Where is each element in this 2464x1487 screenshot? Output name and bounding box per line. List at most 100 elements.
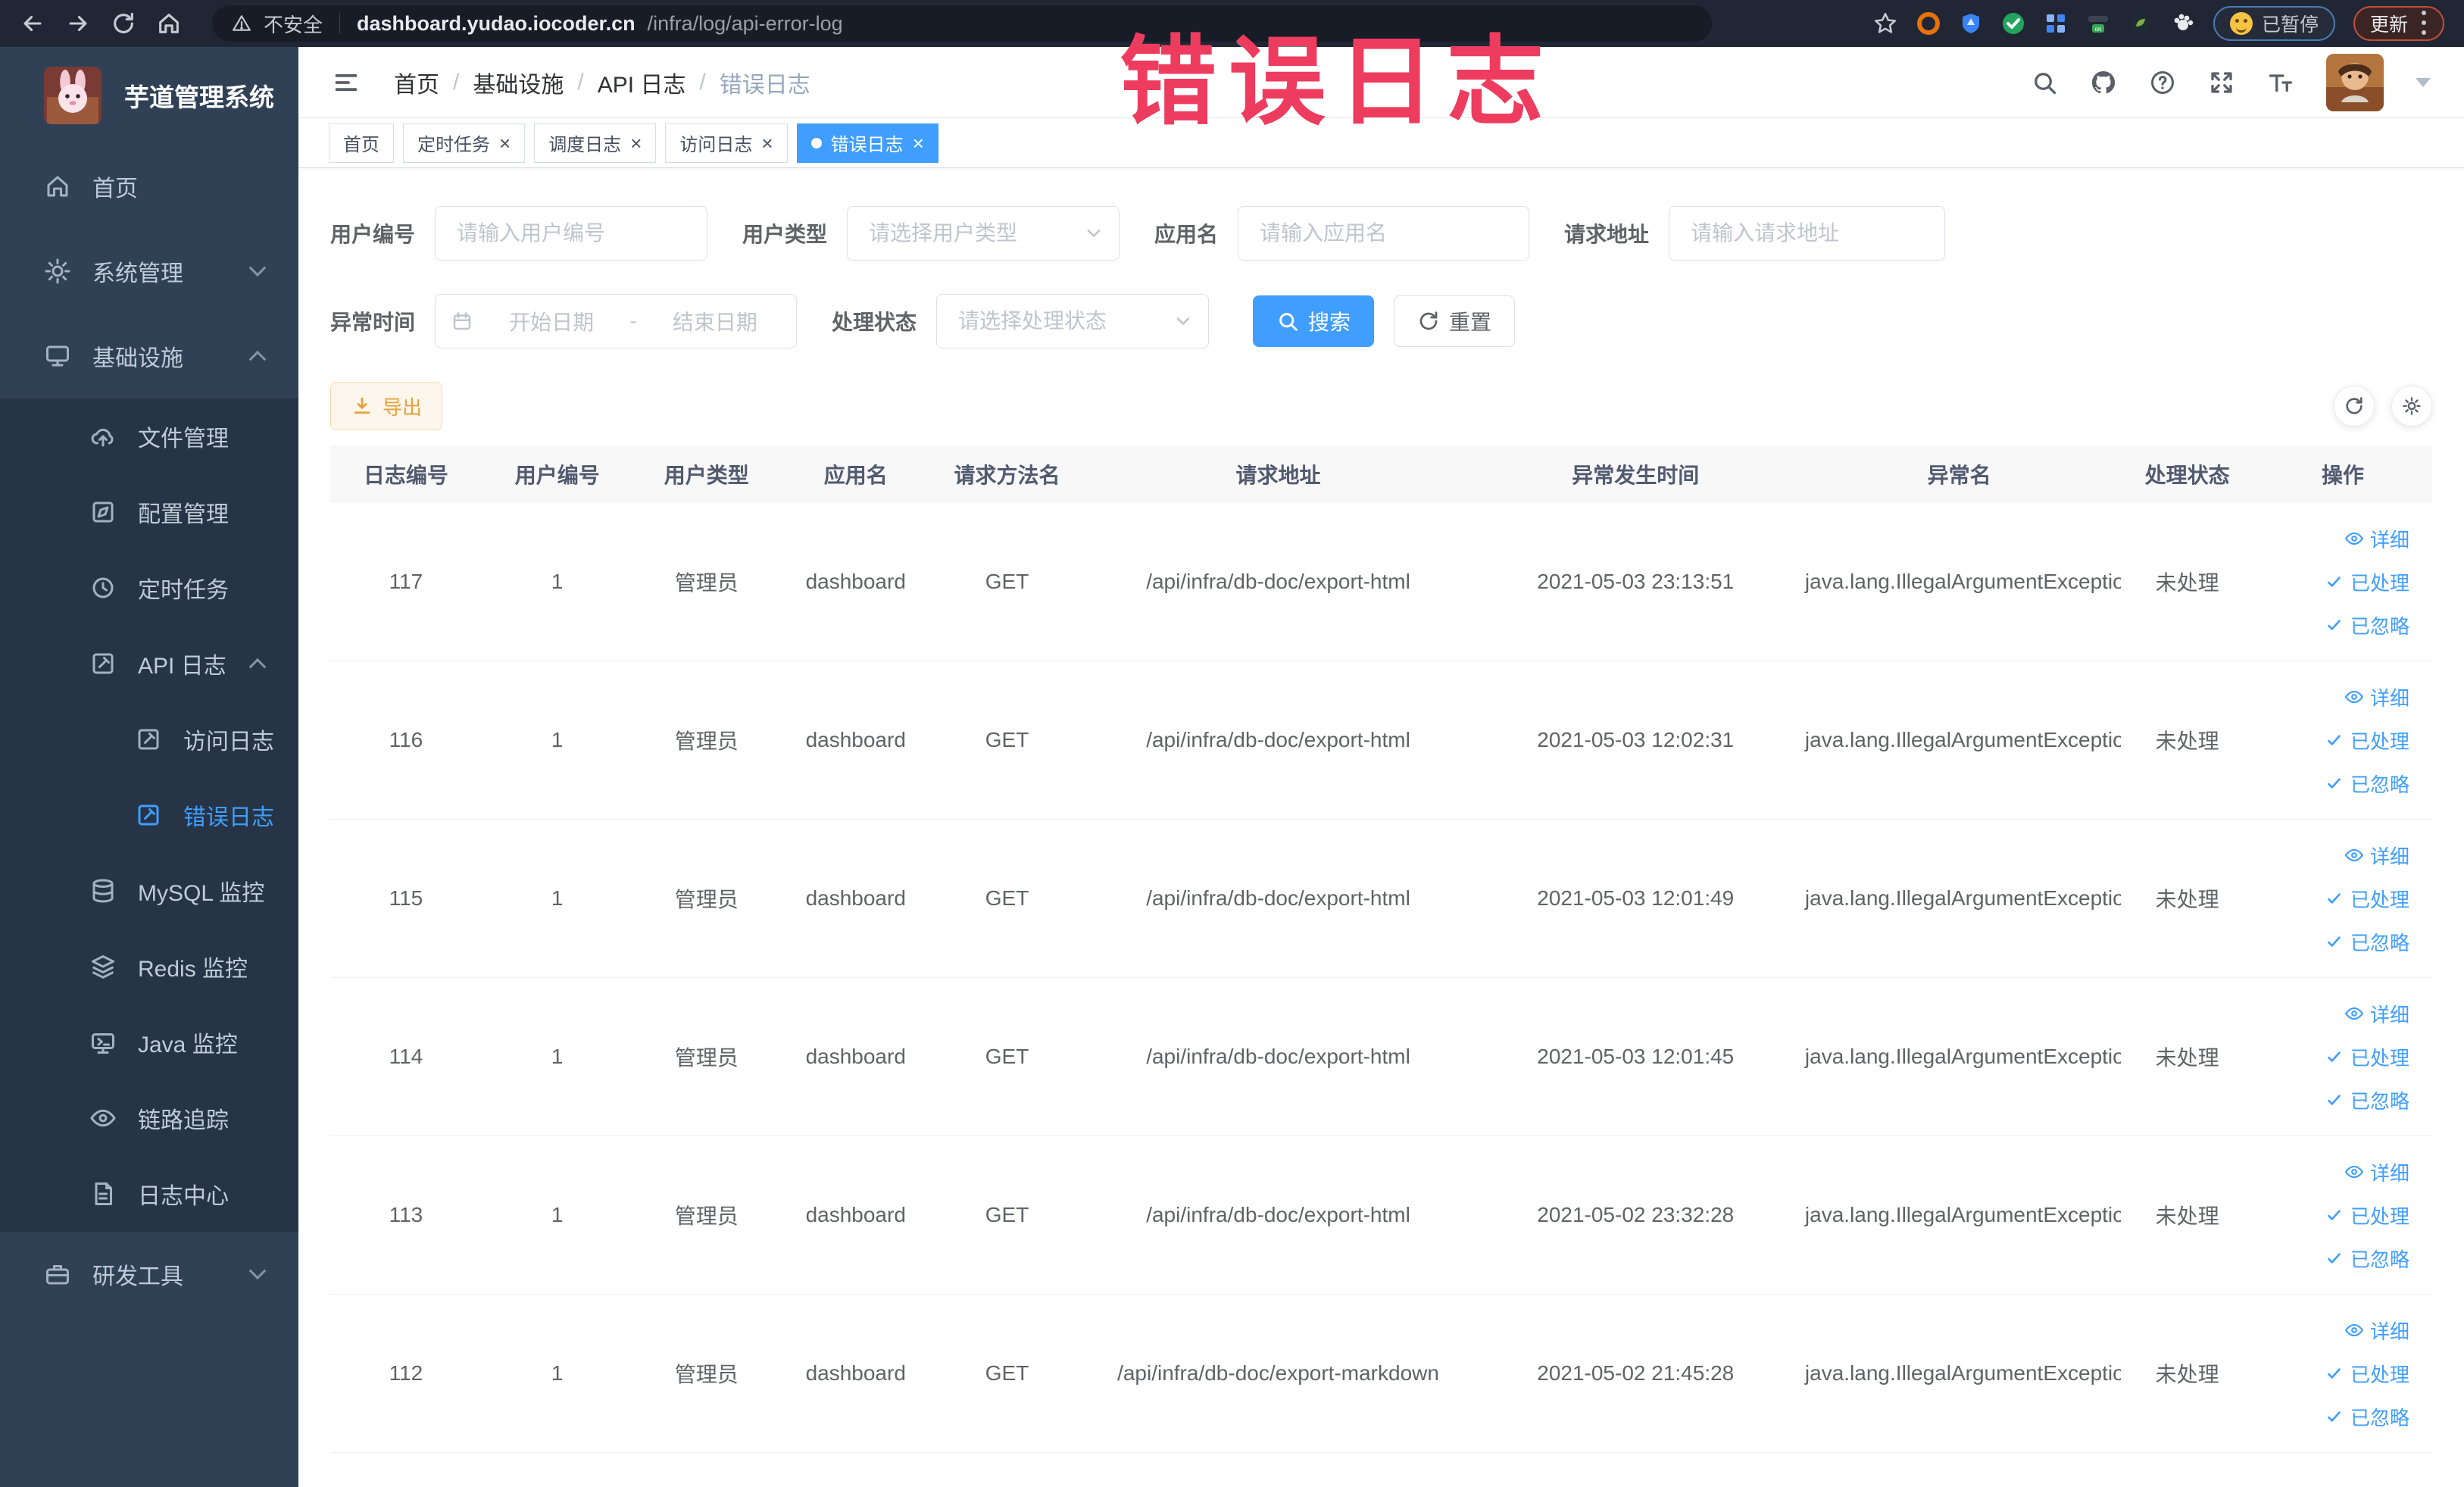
status-select-input[interactable] <box>936 294 1210 348</box>
ignored-link[interactable]: 已忽略 <box>2325 1403 2409 1431</box>
collapse-sidebar-icon[interactable] <box>332 68 361 97</box>
detail-link[interactable]: 详细 <box>2344 1000 2409 1028</box>
app-logo-row[interactable]: 芋道管理系统 <box>0 47 298 144</box>
sidebar-item-infrastructure[interactable]: 基础设施 <box>0 314 298 398</box>
sidebar-item-trace[interactable]: 链路追踪 <box>0 1080 298 1156</box>
paused-extension-pill[interactable]: 已暂停 <box>2213 6 2335 41</box>
close-icon[interactable] <box>913 133 924 153</box>
eye-icon <box>2344 848 2364 862</box>
sidebar-item-mysql-monitor[interactable]: MySQL 监控 <box>0 853 298 929</box>
processed-link[interactable]: 已处理 <box>2325 726 2409 754</box>
eye-icon <box>2344 1323 2364 1337</box>
extension-icon-white-paw[interactable] <box>2171 11 2195 36</box>
filter-status: 处理状态 <box>832 294 1210 348</box>
url-host[interactable]: dashboard.yudao.iocoder.cn <box>357 12 636 36</box>
close-icon[interactable] <box>761 133 773 153</box>
sidebar-item-home[interactable]: 首页 <box>0 144 298 229</box>
reset-button[interactable]: 重置 <box>1394 295 1516 347</box>
github-icon[interactable] <box>2090 69 2117 96</box>
extension-icon-blue-shield[interactable] <box>1959 11 1983 36</box>
sidebar-item-scheduled-tasks[interactable]: 定时任务 <box>0 550 298 626</box>
extension-icon-green-check[interactable] <box>2001 11 2025 36</box>
not-secure-warning-icon[interactable] <box>232 14 251 33</box>
ignored-link[interactable]: 已忽略 <box>2325 928 2409 956</box>
sidebar-item-java-monitor[interactable]: Java 监控 <box>0 1004 298 1080</box>
log-edit-icon <box>138 804 159 826</box>
sidebar-item-dev-tools[interactable]: 研发工具 <box>0 1232 298 1317</box>
sidebar-item-api-log[interactable]: API 日志 <box>0 626 298 701</box>
detail-link[interactable]: 详细 <box>2344 1158 2409 1186</box>
cell-log-id: 113 <box>389 1203 423 1226</box>
help-icon[interactable] <box>2149 69 2176 96</box>
url-path[interactable]: /infra/log/api-error-log <box>648 12 843 36</box>
detail-link[interactable]: 详细 <box>2344 525 2409 553</box>
extension-icon-orange-ring[interactable] <box>1916 11 1941 36</box>
status-select[interactable] <box>936 294 1210 348</box>
app-name-input[interactable] <box>1238 206 1530 261</box>
security-label[interactable]: 不安全 <box>264 10 323 38</box>
cell-time: 2021-05-03 23:13:51 <box>1537 570 1735 593</box>
close-icon[interactable] <box>630 133 642 153</box>
extension-icon-blue-grid[interactable] <box>2044 11 2068 36</box>
date-start-placeholder[interactable]: 开始日期 <box>486 306 617 336</box>
sidebar-item-error-log[interactable]: 错误日志 <box>0 777 298 853</box>
tag-schedule-log[interactable]: 调度日志 <box>534 123 657 163</box>
ignored-link[interactable]: 已忽略 <box>2325 770 2409 798</box>
detail-link[interactable]: 详细 <box>2344 1317 2409 1345</box>
tag-home[interactable]: 首页 <box>329 123 394 163</box>
tag-access-log[interactable]: 访问日志 <box>665 123 788 163</box>
back-icon[interactable] <box>20 11 45 36</box>
refresh-table-button[interactable] <box>2334 386 2375 426</box>
sidebar-item-file-management[interactable]: 文件管理 <box>0 398 298 474</box>
ignored-link[interactable]: 已忽略 <box>2325 1086 2409 1114</box>
cell-user-id: 1 <box>551 570 564 593</box>
font-size-icon[interactable] <box>2267 69 2294 96</box>
extension-icon-green-leaf[interactable] <box>2128 11 2153 36</box>
sidebar-item-system-management[interactable]: 系统管理 <box>0 229 298 314</box>
detail-link[interactable]: 详细 <box>2344 842 2409 870</box>
sidebar-item-config-management[interactable]: 配置管理 <box>0 474 298 550</box>
reload-icon[interactable] <box>111 11 136 36</box>
sidebar-item-label: 链路追踪 <box>138 1108 229 1133</box>
home-icon[interactable] <box>156 11 182 36</box>
request-url-input[interactable] <box>1669 206 1946 261</box>
close-icon[interactable] <box>499 133 511 153</box>
sidebar-item-access-log[interactable]: 访问日志 <box>0 701 298 777</box>
breadcrumb-item[interactable]: 基础设施 <box>473 66 564 99</box>
column-settings-button[interactable] <box>2391 386 2432 426</box>
sidebar-item-redis-monitor[interactable]: Redis 监控 <box>0 929 298 1004</box>
date-end-placeholder[interactable]: 结束日期 <box>649 306 781 336</box>
ignored-link[interactable]: 已忽略 <box>2325 1245 2409 1273</box>
refresh-icon <box>1419 311 1438 330</box>
fullscreen-icon[interactable] <box>2208 69 2235 96</box>
processed-link[interactable]: 已处理 <box>2325 1360 2409 1388</box>
user-type-select-input[interactable] <box>847 206 1120 261</box>
detail-link[interactable]: 详细 <box>2344 683 2409 711</box>
tag-error-log-active[interactable]: 错误日志 <box>796 123 938 163</box>
ignored-link[interactable]: 已忽略 <box>2325 611 2409 639</box>
browser-menu-icon[interactable] <box>2420 9 2428 38</box>
bookmark-star-icon[interactable] <box>1872 11 1898 36</box>
processed-link[interactable]: 已处理 <box>2325 1043 2409 1071</box>
search-button[interactable]: 搜索 <box>1253 295 1375 347</box>
processed-link[interactable]: 已处理 <box>2325 885 2409 913</box>
user-menu-caret-icon[interactable] <box>2416 77 2431 87</box>
browser-update-button[interactable]: 更新 <box>2353 6 2444 41</box>
date-range-picker[interactable]: 开始日期 - 结束日期 <box>435 294 798 348</box>
breadcrumb-item[interactable]: API 日志 <box>598 66 686 99</box>
user-id-input[interactable] <box>435 206 708 261</box>
forward-icon[interactable] <box>65 11 91 36</box>
user-type-select[interactable] <box>847 206 1120 261</box>
user-avatar[interactable] <box>2326 53 2384 111</box>
extension-icon-switch-on[interactable]: on <box>2086 11 2110 36</box>
breadcrumb-item[interactable]: 首页 <box>394 66 439 99</box>
sidebar-item-log-center[interactable]: 日志中心 <box>0 1156 298 1232</box>
refresh-icon <box>2346 397 2363 414</box>
export-button[interactable]: 导出 <box>330 382 443 430</box>
search-icon[interactable] <box>2031 69 2058 96</box>
address-bar[interactable]: 不安全 dashboard.yudao.iocoder.cn/infra/log… <box>212 5 1712 42</box>
processed-link[interactable]: 已处理 <box>2325 568 2409 596</box>
table-row: 114 1 管理员 dashboard GET /api/infra/db-do… <box>330 978 2432 1136</box>
tag-scheduled-tasks[interactable]: 定时任务 <box>403 123 526 163</box>
processed-link[interactable]: 已处理 <box>2325 1201 2409 1229</box>
